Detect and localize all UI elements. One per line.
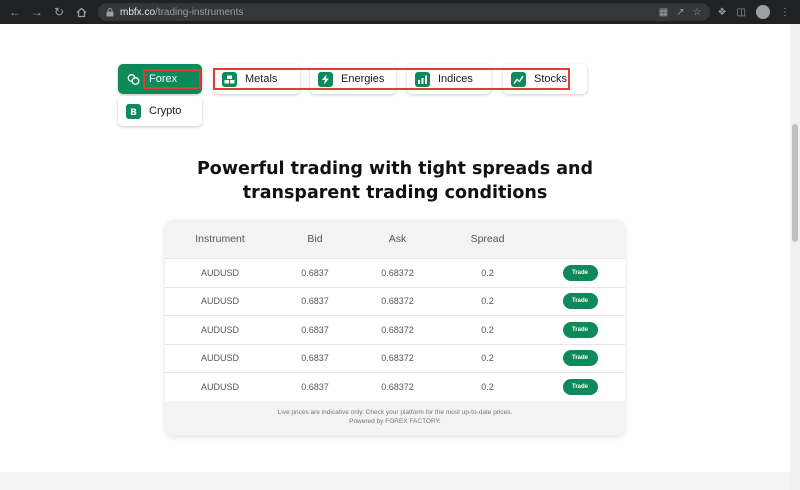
title-line-1: Powerful trading with tight spreads and (196, 159, 594, 179)
tab-forex[interactable]: Forex (118, 64, 202, 94)
col-header-ask: Ask (388, 233, 407, 245)
tab-indices[interactable]: Indices (407, 64, 491, 94)
side-panel-icon[interactable]: ◫ (737, 7, 746, 18)
trade-button[interactable]: Trade (562, 293, 598, 310)
coins-icon (126, 72, 141, 87)
share-icon[interactable]: ↗ (676, 7, 684, 18)
page-title: Powerful trading with tight spreads and … (0, 157, 790, 205)
trade-button[interactable]: Trade (562, 350, 598, 367)
translate-icon[interactable]: ▦ (659, 7, 668, 18)
cell-bid: 0.6837 (301, 324, 329, 335)
cell-spread: 0.2 (481, 267, 494, 278)
tab-label: Stocks (534, 73, 568, 85)
table-disclaimer: Live prices are indicative only. Check y… (165, 401, 625, 426)
browser-toolbar: ← → ↻ mbfx.co/trading-instruments ▦ ↗ ☆ … (0, 0, 800, 24)
col-header-bid: Bid (307, 233, 323, 245)
cell-spread: 0.2 (481, 296, 494, 307)
cell-spread: 0.2 (481, 324, 494, 335)
page-scrollbar[interactable] (790, 24, 800, 490)
cell-ask: 0.68372 (381, 381, 414, 392)
bar-chart-icon (415, 71, 430, 87)
trade-button[interactable]: Trade (562, 378, 598, 395)
cell-action: Trade (535, 321, 625, 338)
lightning-icon (318, 71, 333, 87)
lock-icon (106, 7, 114, 16)
cell-bid: 0.6837 (301, 353, 329, 364)
table-header: Instrument Bid Ask Spread (165, 220, 625, 258)
page-content: Forex Metals Energies Indices Stocks B C… (0, 24, 800, 490)
title-line-2: transparent trading conditions (242, 183, 548, 203)
tab-label: Crypto (149, 105, 182, 117)
home-icon[interactable] (72, 3, 90, 21)
col-header-instrument: Instrument (195, 233, 245, 245)
bookmark-star-icon[interactable]: ☆ (693, 7, 702, 18)
tab-stocks[interactable]: Stocks (503, 64, 587, 94)
cell-instrument: AUDUSD (200, 381, 239, 392)
svg-text:B: B (130, 108, 137, 117)
footer-strip (0, 472, 790, 490)
tab-label: Energies (341, 73, 385, 85)
forward-icon[interactable]: → (28, 3, 46, 21)
cell-instrument: AUDUSD (200, 324, 239, 335)
scrollbar-thumb[interactable] (792, 124, 798, 242)
tab-crypto[interactable]: B Crypto (118, 96, 202, 126)
powered-by-text: Powered by FOREX FACTORY. (349, 417, 441, 425)
cell-spread: 0.2 (481, 353, 494, 364)
cell-spread: 0.2 (481, 381, 494, 392)
cell-ask: 0.68372 (381, 324, 414, 335)
instruments-table: Instrument Bid Ask Spread AUDUSD 0.6837 … (165, 220, 625, 435)
address-bar[interactable]: mbfx.co/trading-instruments ▦ ↗ ☆ (98, 3, 710, 21)
cell-instrument: AUDUSD (200, 353, 239, 364)
back-icon[interactable]: ← (6, 3, 24, 21)
cell-action: Trade (535, 350, 625, 367)
url-text: mbfx.co/trading-instruments (120, 6, 244, 18)
table-row: AUDUSD 0.6837 0.68372 0.2 Trade (165, 343, 625, 372)
tab-label: Forex (149, 73, 178, 85)
col-header-spread: Spread (470, 233, 505, 245)
cell-ask: 0.68372 (381, 353, 414, 364)
bars-stack-icon (222, 71, 237, 87)
extensions-icon[interactable]: ❖ (718, 7, 727, 18)
bitcoin-icon: B (126, 103, 141, 119)
trend-line-icon (511, 71, 526, 87)
cell-instrument: AUDUSD (200, 296, 239, 307)
cell-bid: 0.6837 (301, 267, 329, 278)
profile-avatar[interactable] (756, 5, 770, 19)
menu-kebab-icon[interactable]: ⋮ (780, 7, 790, 18)
cell-action: Trade (535, 378, 625, 395)
table-row: AUDUSD 0.6837 0.68372 0.2 Trade (165, 315, 625, 344)
cell-bid: 0.6837 (301, 381, 329, 392)
disclaimer-text: Live prices are indicative only. Check y… (277, 408, 513, 416)
trade-button[interactable]: Trade (562, 321, 598, 338)
cell-ask: 0.68372 (381, 296, 414, 307)
table-row: AUDUSD 0.6837 0.68372 0.2 Trade (165, 258, 625, 287)
cell-action: Trade (535, 264, 625, 281)
tab-metals[interactable]: Metals (214, 64, 300, 94)
cell-bid: 0.6837 (301, 296, 329, 307)
cell-instrument: AUDUSD (200, 267, 239, 278)
table-row: AUDUSD 0.6837 0.68372 0.2 Trade (165, 286, 625, 315)
tab-label: Indices (438, 73, 473, 85)
table-row: AUDUSD 0.6837 0.68372 0.2 Trade (165, 372, 625, 401)
cell-action: Trade (535, 293, 625, 310)
trade-button[interactable]: Trade (562, 264, 598, 281)
tab-energies[interactable]: Energies (310, 64, 396, 94)
tab-label: Metals (245, 73, 278, 85)
cell-ask: 0.68372 (381, 267, 414, 278)
reload-icon[interactable]: ↻ (50, 3, 68, 21)
